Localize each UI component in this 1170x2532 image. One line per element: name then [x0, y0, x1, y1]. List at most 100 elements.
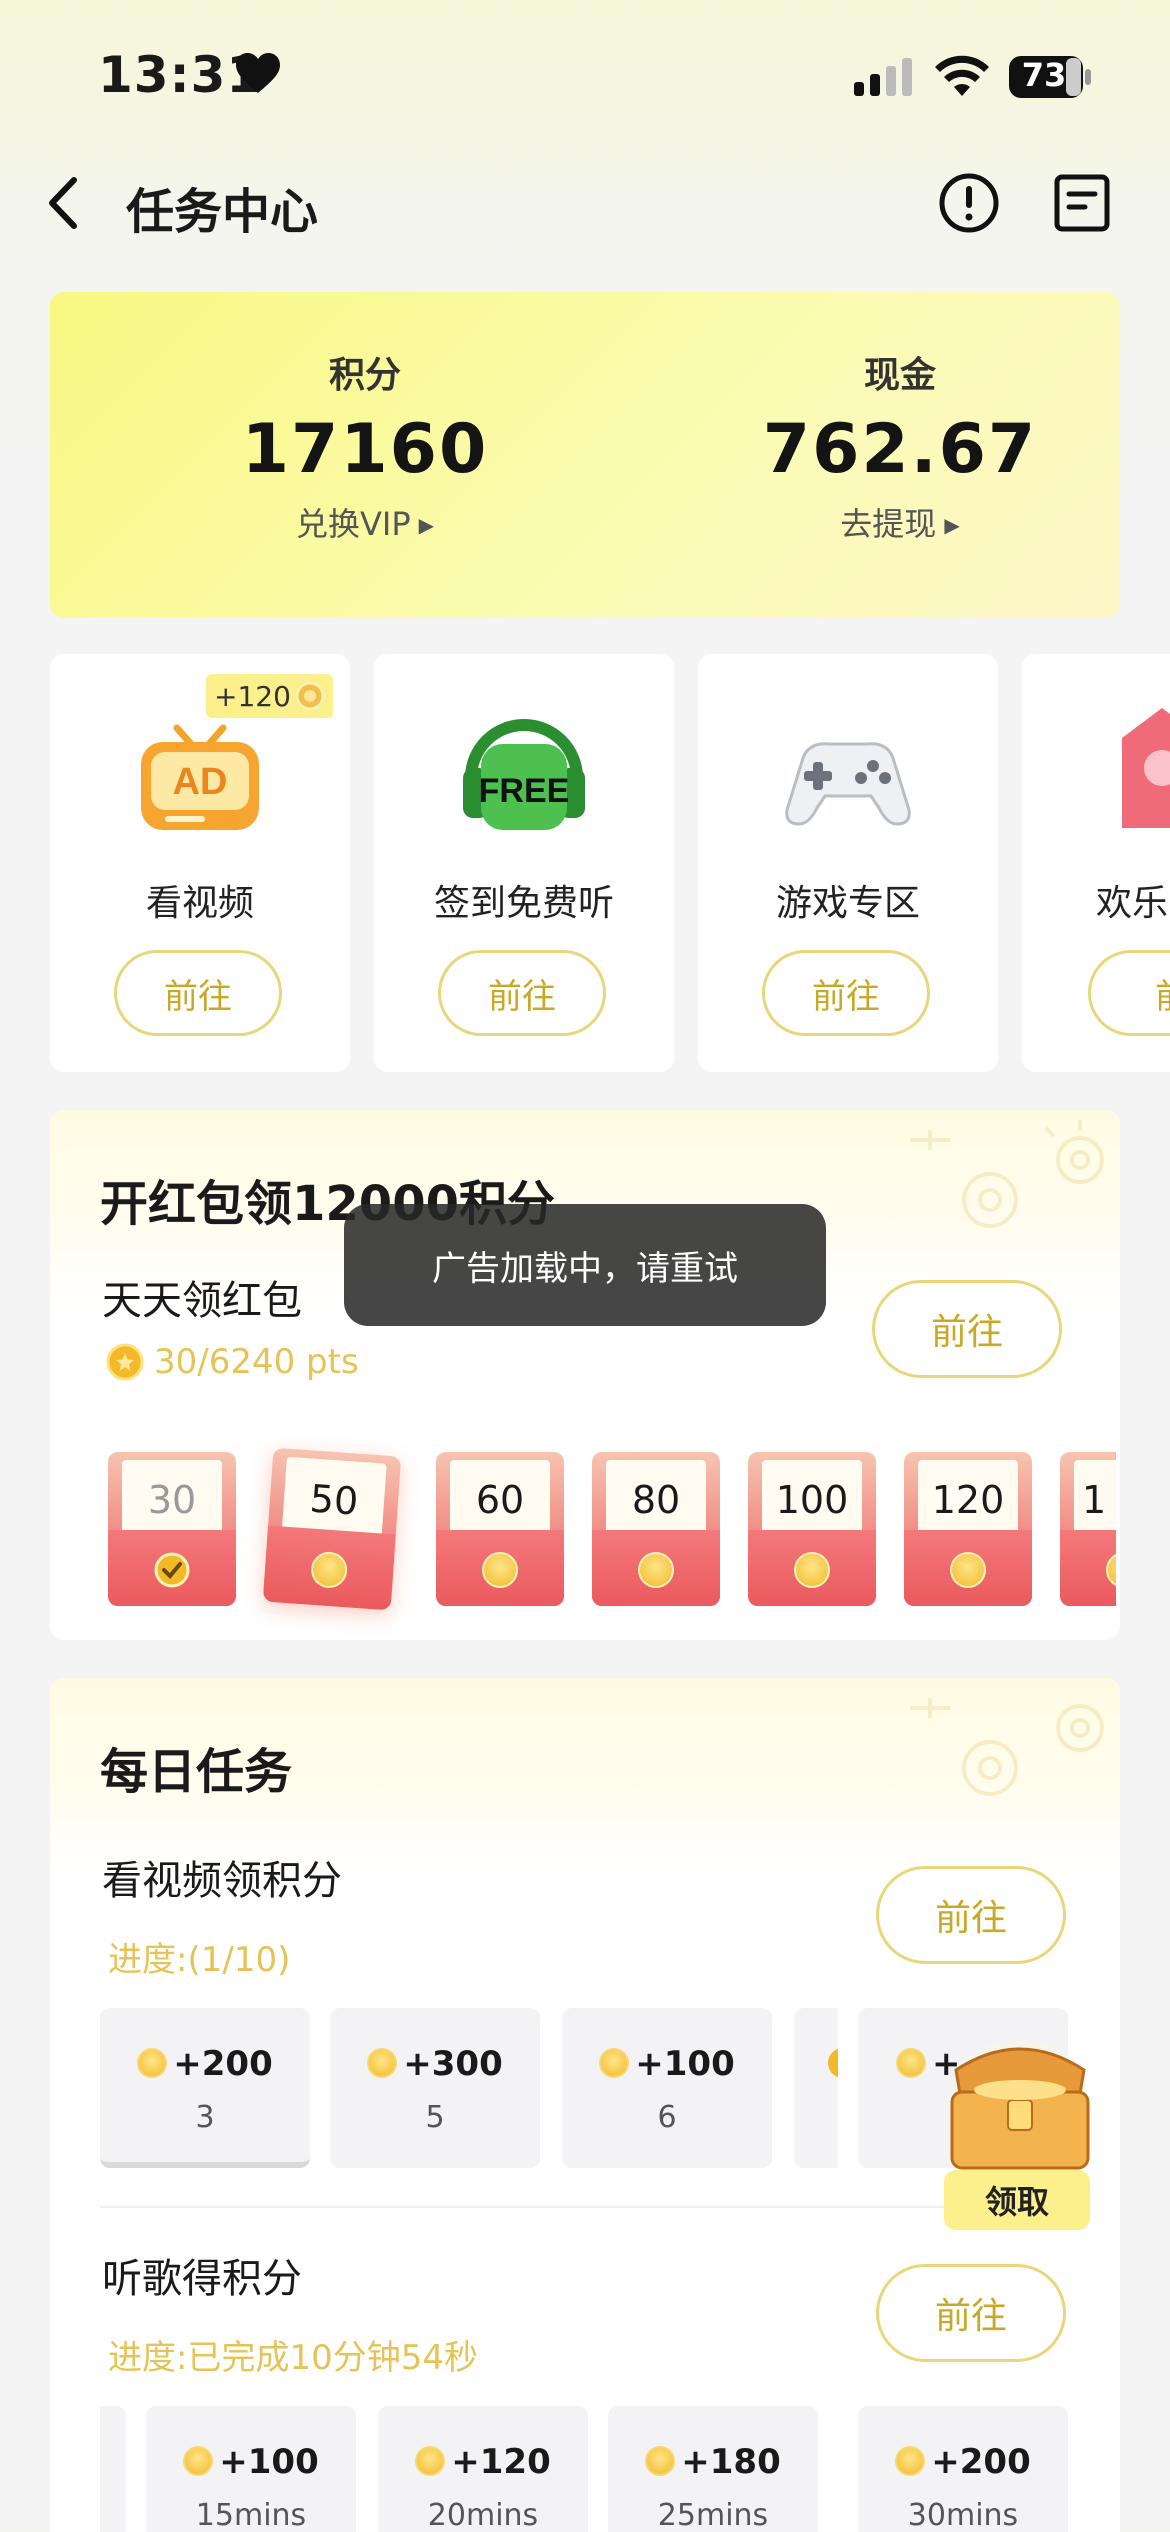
reward-tile[interactable]: +180 25mins [608, 2406, 818, 2532]
red-envelope[interactable]: 120 [904, 1452, 1032, 1606]
red-packet-go-button[interactable]: 前往 [872, 1280, 1062, 1378]
tile-amount: +200 [931, 2442, 1031, 2482]
points-value: 17160 [241, 410, 489, 489]
reward-tile[interactable]: +200 30mins [858, 2406, 1068, 2532]
battery-level: 73 [1021, 56, 1067, 94]
red-envelope[interactable]: 100 [748, 1452, 876, 1606]
cash-column[interactable]: 现金 762.67 去提现 ▶ [690, 346, 1110, 545]
quick-card-checkin[interactable]: FREE 签到免费听 前往 [374, 654, 674, 1072]
reward-tile[interactable]: +120 20mins [378, 2406, 588, 2532]
reward-tile[interactable]: +200 3 [100, 2008, 310, 2168]
points-column[interactable]: 积分 17160 兑换VIP ▶ [155, 346, 575, 545]
go-button-label: 前 [1155, 969, 1170, 1018]
reward-badge-value: +120 [214, 679, 291, 713]
free-headphones-icon: FREE [463, 719, 585, 830]
record-list-icon[interactable] [1052, 172, 1112, 234]
withdraw-label: 去提现 [840, 505, 937, 543]
coin-icon [367, 2048, 398, 2078]
tile-duration: 15mins [195, 2498, 307, 2532]
video-task-title: 看视频领积分 [102, 1858, 342, 1904]
go-button[interactable]: 前往 [114, 950, 282, 1036]
coin-icon [295, 681, 325, 711]
red-envelope[interactable]: 30 [108, 1452, 236, 1606]
quick-card-label: 游戏专区 [775, 883, 920, 924]
reward-tile[interactable] [100, 2406, 126, 2532]
heart-icon [236, 53, 280, 93]
signal-icon [854, 58, 912, 96]
tile-count: 5 [425, 2100, 445, 2135]
cash-value: 762.67 [762, 410, 1038, 489]
envelope-value: 120 [931, 1478, 1005, 1522]
coin-icon [645, 2446, 676, 2476]
reward-tile[interactable]: +100 15mins [146, 2406, 356, 2532]
info-icon[interactable] [938, 172, 1000, 234]
svg-text:FREE: FREE [479, 772, 570, 810]
withdraw-link[interactable]: 去提现 ▶ [690, 499, 1110, 545]
go-button[interactable]: 前往 [762, 950, 930, 1036]
quick-card-label: 签到免费听 [433, 883, 614, 924]
treasure-chest-icon[interactable] [930, 2030, 1110, 2180]
envelope-value: 80 [631, 1478, 681, 1522]
sparkle-decoration-icon [910, 1698, 1104, 1796]
envelope-value: 60 [475, 1478, 525, 1522]
reward-tile[interactable]: +100 6 [562, 2008, 772, 2168]
video-task-go-button[interactable]: 前往 [876, 1866, 1066, 1964]
reward-tile[interactable]: +300 5 [330, 2008, 540, 2168]
coin-icon [895, 2446, 926, 2476]
coin-icon [599, 2048, 630, 2078]
gamepad-icon [785, 742, 911, 826]
points-card: 积分 17160 兑换VIP ▶ 现金 762.67 去提现 ▶ [50, 292, 1120, 618]
triangle-right-icon: ▶ [418, 513, 435, 537]
red-envelope[interactable]: 1 [1060, 1452, 1116, 1606]
svg-text:AD: AD [173, 761, 228, 803]
redeem-vip-link[interactable]: 兑换VIP ▶ [155, 499, 575, 545]
tile-duration: 30mins [907, 2498, 1019, 2532]
checkmark-icon [154, 1552, 190, 1588]
coin-icon [137, 2048, 168, 2078]
tile-duration: 20mins [427, 2498, 539, 2532]
music-task-title: 听歌得积分 [102, 2256, 302, 2302]
tile-amount: +180 [681, 2442, 781, 2482]
cash-label: 现金 [863, 355, 936, 396]
red-envelope[interactable]: 80 [592, 1452, 720, 1606]
page-title: 任务中心 [126, 184, 319, 240]
quick-card-label: 欢乐 [1096, 883, 1169, 924]
quick-card-games[interactable]: 游戏专区 前往 [698, 654, 998, 1072]
envelope-value: 100 [775, 1478, 849, 1522]
triangle-right-icon: ▶ [944, 513, 960, 537]
red-envelope[interactable]: 50 [262, 1447, 402, 1611]
go-button[interactable]: 前往 [438, 950, 606, 1036]
coin-icon [828, 2048, 838, 2078]
quick-card-video[interactable]: AD +120 看视频 前往 [50, 654, 350, 1072]
battery-indicator: 73 [1008, 54, 1092, 100]
red-tag-icon [1122, 708, 1170, 828]
quick-card-joy[interactable]: 欢乐 前 [1022, 654, 1170, 1072]
music-task-progress: 进度:已完成10分钟54秒 [108, 2338, 478, 2378]
tile-amount: +100 [219, 2442, 319, 2482]
video-task-progress: 进度:(1/10) [108, 1940, 291, 1980]
tile-count: 6 [657, 2100, 677, 2135]
points-label: 积分 [328, 355, 401, 396]
reward-badge: +120 [206, 674, 333, 718]
progress-value: 30/6240 pts [154, 1342, 359, 1382]
claim-button[interactable]: 领取 [944, 2170, 1090, 2230]
go-button[interactable]: 前 [1088, 950, 1170, 1036]
red-envelope[interactable]: 60 [436, 1452, 564, 1606]
reward-tile[interactable] [794, 2008, 838, 2168]
music-task-go-button[interactable]: 前往 [876, 2264, 1066, 2362]
sparkle-decoration-icon [910, 1120, 1104, 1228]
daily-tasks-title: 每日任务 [100, 1744, 293, 1800]
coin-icon [106, 1343, 144, 1381]
tile-amount: +300 [403, 2044, 503, 2084]
envelope-value: 30 [147, 1478, 197, 1522]
back-icon[interactable] [40, 168, 90, 238]
tile-amount: +100 [635, 2044, 735, 2084]
red-packet-subtitle: 天天领红包 [102, 1278, 302, 1324]
tile-amount: +200 [173, 2044, 273, 2084]
coin-icon [415, 2446, 446, 2476]
envelope-value: 1 [1082, 1478, 1107, 1522]
coin-icon [896, 2048, 926, 2078]
tile-duration: 25mins [657, 2498, 769, 2532]
red-packet-progress: 30/6240 pts [106, 1342, 359, 1382]
toast-message: 广告加载中，请重试 [344, 1204, 826, 1326]
